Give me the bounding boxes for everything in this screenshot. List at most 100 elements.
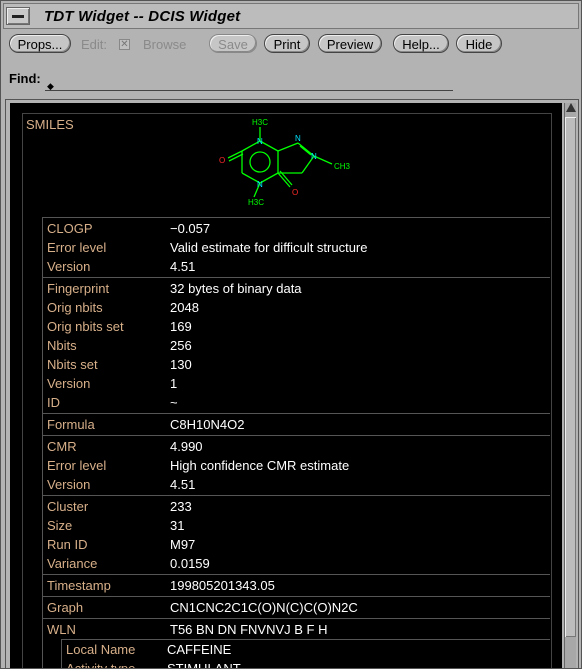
record-panel-frame: SMILES H3C N N N N CH3 H3C O O CLOGP −0.… (5, 99, 579, 668)
atom-ch3-right: CH3 (334, 162, 351, 171)
property-value: 1 (170, 376, 178, 391)
edit-label: Edit: (81, 37, 108, 52)
property-key: Nbits (47, 338, 77, 353)
property-value: M97 (170, 537, 196, 552)
table-row: Run ID M97 (43, 535, 550, 554)
atom-n3: N (311, 152, 317, 161)
scrollbar-thumb[interactable] (565, 117, 576, 637)
title-bar[interactable]: TDT Widget -- DCIS Widget (3, 3, 579, 29)
table-row: Timestamp 199805201343.05 (43, 576, 550, 595)
property-value: T56 BN DN FNVNVJ B F H (170, 622, 328, 637)
props-button[interactable]: Props... (9, 34, 71, 53)
property-key: CLOGP (47, 221, 93, 236)
table-row: Version 4.51 (43, 257, 550, 276)
property-key: Version (47, 259, 91, 274)
atom-o1: O (219, 156, 225, 165)
table-row: Orig nbits set 169 (43, 317, 550, 336)
property-value: 0.0159 (170, 556, 210, 571)
table-row: Orig nbits 2048 (43, 298, 550, 317)
fingerprint-group: Fingerprint 32 bytes of binary data Orig … (43, 277, 550, 413)
property-key: Error level (47, 240, 107, 255)
property-value: 2048 (170, 300, 199, 315)
find-row: Find: ◆ (5, 63, 579, 93)
record-panel[interactable]: SMILES H3C N N N N CH3 H3C O O CLOGP −0.… (10, 103, 562, 668)
property-key: Activity type (66, 659, 135, 668)
property-key: Local Name (66, 642, 136, 657)
property-value: STIMULANT (167, 659, 241, 668)
table-row: Activity type STIMULANT (62, 659, 550, 668)
nested-property-table: Local Name CAFFEINE Activity type STIMULAN… (61, 639, 550, 668)
molecule-bonds (227, 127, 333, 198)
table-row: Variance 0.0159 (43, 554, 550, 573)
vertical-scrollbar[interactable] (564, 103, 576, 668)
table-row: Error level Valid estimate for difficult … (43, 238, 550, 257)
property-value: ~ (170, 395, 178, 410)
find-input[interactable] (45, 69, 453, 91)
window-menu-icon (12, 15, 24, 18)
table-row: Local Name CAFFEINE (62, 640, 550, 659)
table-row: CMR 4.990 (43, 437, 550, 456)
table-row: Cluster 233 (43, 497, 550, 516)
property-value: 4.51 (170, 259, 196, 274)
table-row: Error level High confidence CMR estimate (43, 456, 550, 475)
property-key: Timestamp (47, 578, 111, 593)
property-value: CN1CNC2C1C(O)N(C)C(O)N2C (170, 600, 358, 615)
property-key: Formula (47, 417, 95, 432)
save-button[interactable]: Save (209, 34, 257, 53)
app-window: TDT Widget -- DCIS Widget Props... Edit:… (0, 0, 582, 669)
atom-n4: N (257, 180, 263, 189)
table-row: Fingerprint 32 bytes of binary data (43, 279, 550, 298)
atom-h3c-bottom: H3C (248, 198, 264, 207)
property-key: WLN (47, 622, 76, 637)
print-button[interactable]: Print (264, 34, 310, 53)
scroll-up-arrow-icon[interactable] (566, 103, 576, 112)
property-key: Orig nbits set (47, 319, 124, 334)
property-key: Run ID (47, 537, 88, 552)
property-value: 169 (170, 319, 192, 334)
atom-h3c-top: H3C (252, 118, 268, 127)
property-value: C8H10N4O2 (170, 417, 245, 432)
table-row: ID ~ (43, 393, 550, 412)
table-row: Version 1 (43, 374, 550, 393)
clogp-group: CLOGP −0.057 Error level Valid estimate fo… (43, 217, 550, 277)
property-key: Version (47, 376, 91, 391)
table-row: CLOGP −0.057 (43, 219, 550, 238)
property-key: Nbits set (47, 357, 98, 372)
property-key: Fingerprint (47, 281, 110, 296)
table-row: WLN T56 BN DN FNVNVJ B F H (43, 620, 550, 639)
property-value: High confidence CMR estimate (170, 458, 350, 473)
wln-group: WLN T56 BN DN FNVNVJ B F H Local Name CAFF… (43, 618, 550, 668)
timestamp-group: Timestamp 199805201343.05 (43, 574, 550, 596)
property-value: 233 (170, 499, 192, 514)
atom-o2: O (292, 188, 298, 197)
property-key: Orig nbits (47, 300, 103, 315)
property-value: 31 (170, 518, 185, 533)
table-row: Nbits set 130 (43, 355, 550, 374)
edit-checkbox[interactable]: ✕ (119, 39, 130, 50)
cmr-group: CMR 4.990 Error level High confidence CMR … (43, 435, 550, 495)
property-value: 130 (170, 357, 192, 372)
help-button[interactable]: Help... (393, 34, 449, 53)
graph-group: Graph CN1CNC2C1C(O)N(C)C(O)N2C (43, 596, 550, 618)
property-value: 256 (170, 338, 192, 353)
caffeine-structure-image: H3C N N N N CH3 H3C O O (219, 118, 351, 207)
property-key: Version (47, 477, 91, 492)
table-row: Size 31 (43, 516, 550, 535)
find-label: Find: (9, 71, 41, 86)
window-title: TDT Widget -- DCIS Widget (44, 8, 241, 25)
property-value: 4.51 (170, 477, 196, 492)
text-cursor-icon: ◆ (47, 81, 54, 91)
atom-n2: N (295, 134, 301, 143)
atom-n1: N (257, 137, 263, 146)
property-key: Graph (47, 600, 84, 615)
hide-button[interactable]: Hide (456, 34, 502, 53)
property-key: Variance (47, 556, 98, 571)
table-row: Formula C8H10N4O2 (43, 415, 550, 434)
property-value: 199805201343.05 (170, 578, 275, 593)
formula-group: Formula C8H10N4O2 (43, 413, 550, 435)
molecule-atoms: H3C N N N N CH3 H3C O O (219, 118, 351, 207)
property-key: ID (47, 395, 60, 410)
window-menu-button[interactable] (6, 7, 30, 25)
preview-button[interactable]: Preview (318, 34, 382, 53)
cluster-group: Cluster 233 Size 31 Run ID M97 Variance 0.01… (43, 495, 550, 574)
